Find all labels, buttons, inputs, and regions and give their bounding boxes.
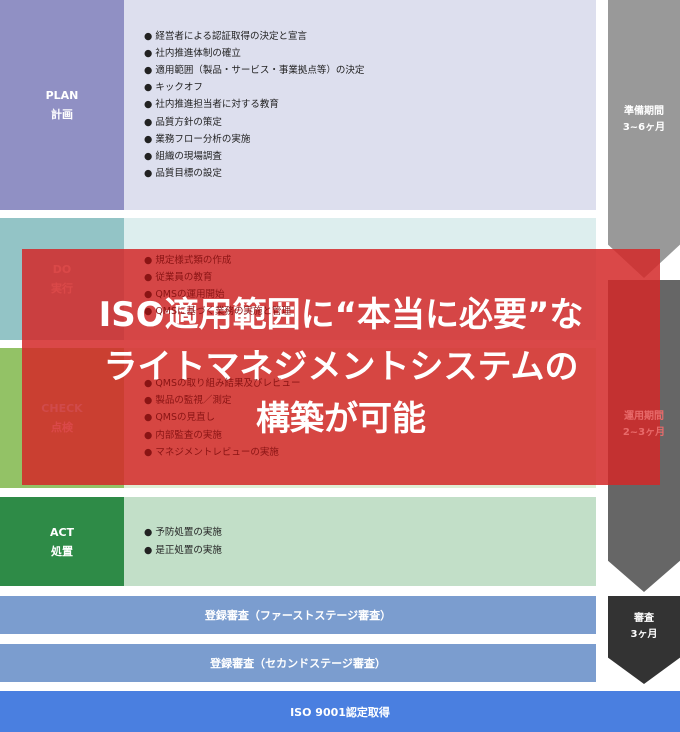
period-duration: 2~3ヶ月 [622,427,666,438]
second-stage-review-bar: 登録審査（セカンドステージ審査） [0,644,596,682]
period-preparation-arrow: 準備期間 3~6ヶ月 [608,0,680,278]
phase-en: PLAN [45,89,79,102]
list-item: 業務フロー分析の実施 [144,131,596,148]
phase-en: CHECK [41,402,83,415]
list-item: QMSに基づく業務の実施と管理 [144,303,596,320]
list-item: 従業員の教育 [144,269,596,286]
period-name: 準備期間 [624,106,664,117]
period-review-arrow: 審査 3ヶ月 [608,596,680,684]
list-item: 組織の現場調査 [144,148,596,165]
phase-label: ACT 処置 [0,497,124,586]
list-item: 予防処置の実施 [144,524,596,541]
list-item: 経営者による認証取得の決定と宣言 [144,28,596,45]
period-operation-label: 運用期間 2~3ヶ月 [608,400,680,450]
list-item: 規定様式類の作成 [144,252,596,269]
list-item: 是正処置の実施 [144,542,596,559]
list-item: 品質目標の設定 [144,165,596,182]
list-item: 社内推進体制の確立 [144,45,596,62]
phase-plan: PLAN 計画 経営者による認証取得の決定と宣言 社内推進体制の確立 適用範囲（製… [0,0,596,210]
list-item: 社内推進担当者に対する教育 [144,96,596,113]
list-item: 内部監査の実施 [144,427,596,444]
period-duration: 3~6ヶ月 [622,122,666,133]
period-duration: 3ヶ月 [630,629,658,640]
iso-certification-bar: ISO 9001認定取得 [0,691,680,732]
list-item: マネジメントレビューの実施 [144,444,596,461]
phase-act: ACT 処置 予防処置の実施 是正処置の実施 [0,497,596,586]
list-item: 品質方針の策定 [144,114,596,131]
phase-en: ACT [49,525,75,539]
list-item: 適用範囲（製品・サービス・事業拠点等）の決定 [144,62,596,79]
period-name: 審査 [634,613,654,624]
list-item: キックオフ [144,79,596,96]
list-item: 製品の監視／測定 [144,392,596,409]
list-item: QMSの運用開始 [144,286,596,303]
phase-items: 予防処置の実施 是正処置の実施 [124,497,596,586]
phase-ja: 計画 [51,108,73,121]
phase-label: PLAN 計画 [0,0,124,210]
first-stage-review-bar: 登録審査（ファーストステージ審査） [0,596,596,634]
list-item: QMSの見直し [144,409,596,426]
list-item: QMSの取り組み結果及びレビュー [144,375,596,392]
phase-ja: 処置 [51,544,73,558]
period-name: 運用期間 [624,411,664,422]
phase-items: 経営者による認証取得の決定と宣言 社内推進体制の確立 適用範囲（製品・サービス・… [124,0,596,210]
